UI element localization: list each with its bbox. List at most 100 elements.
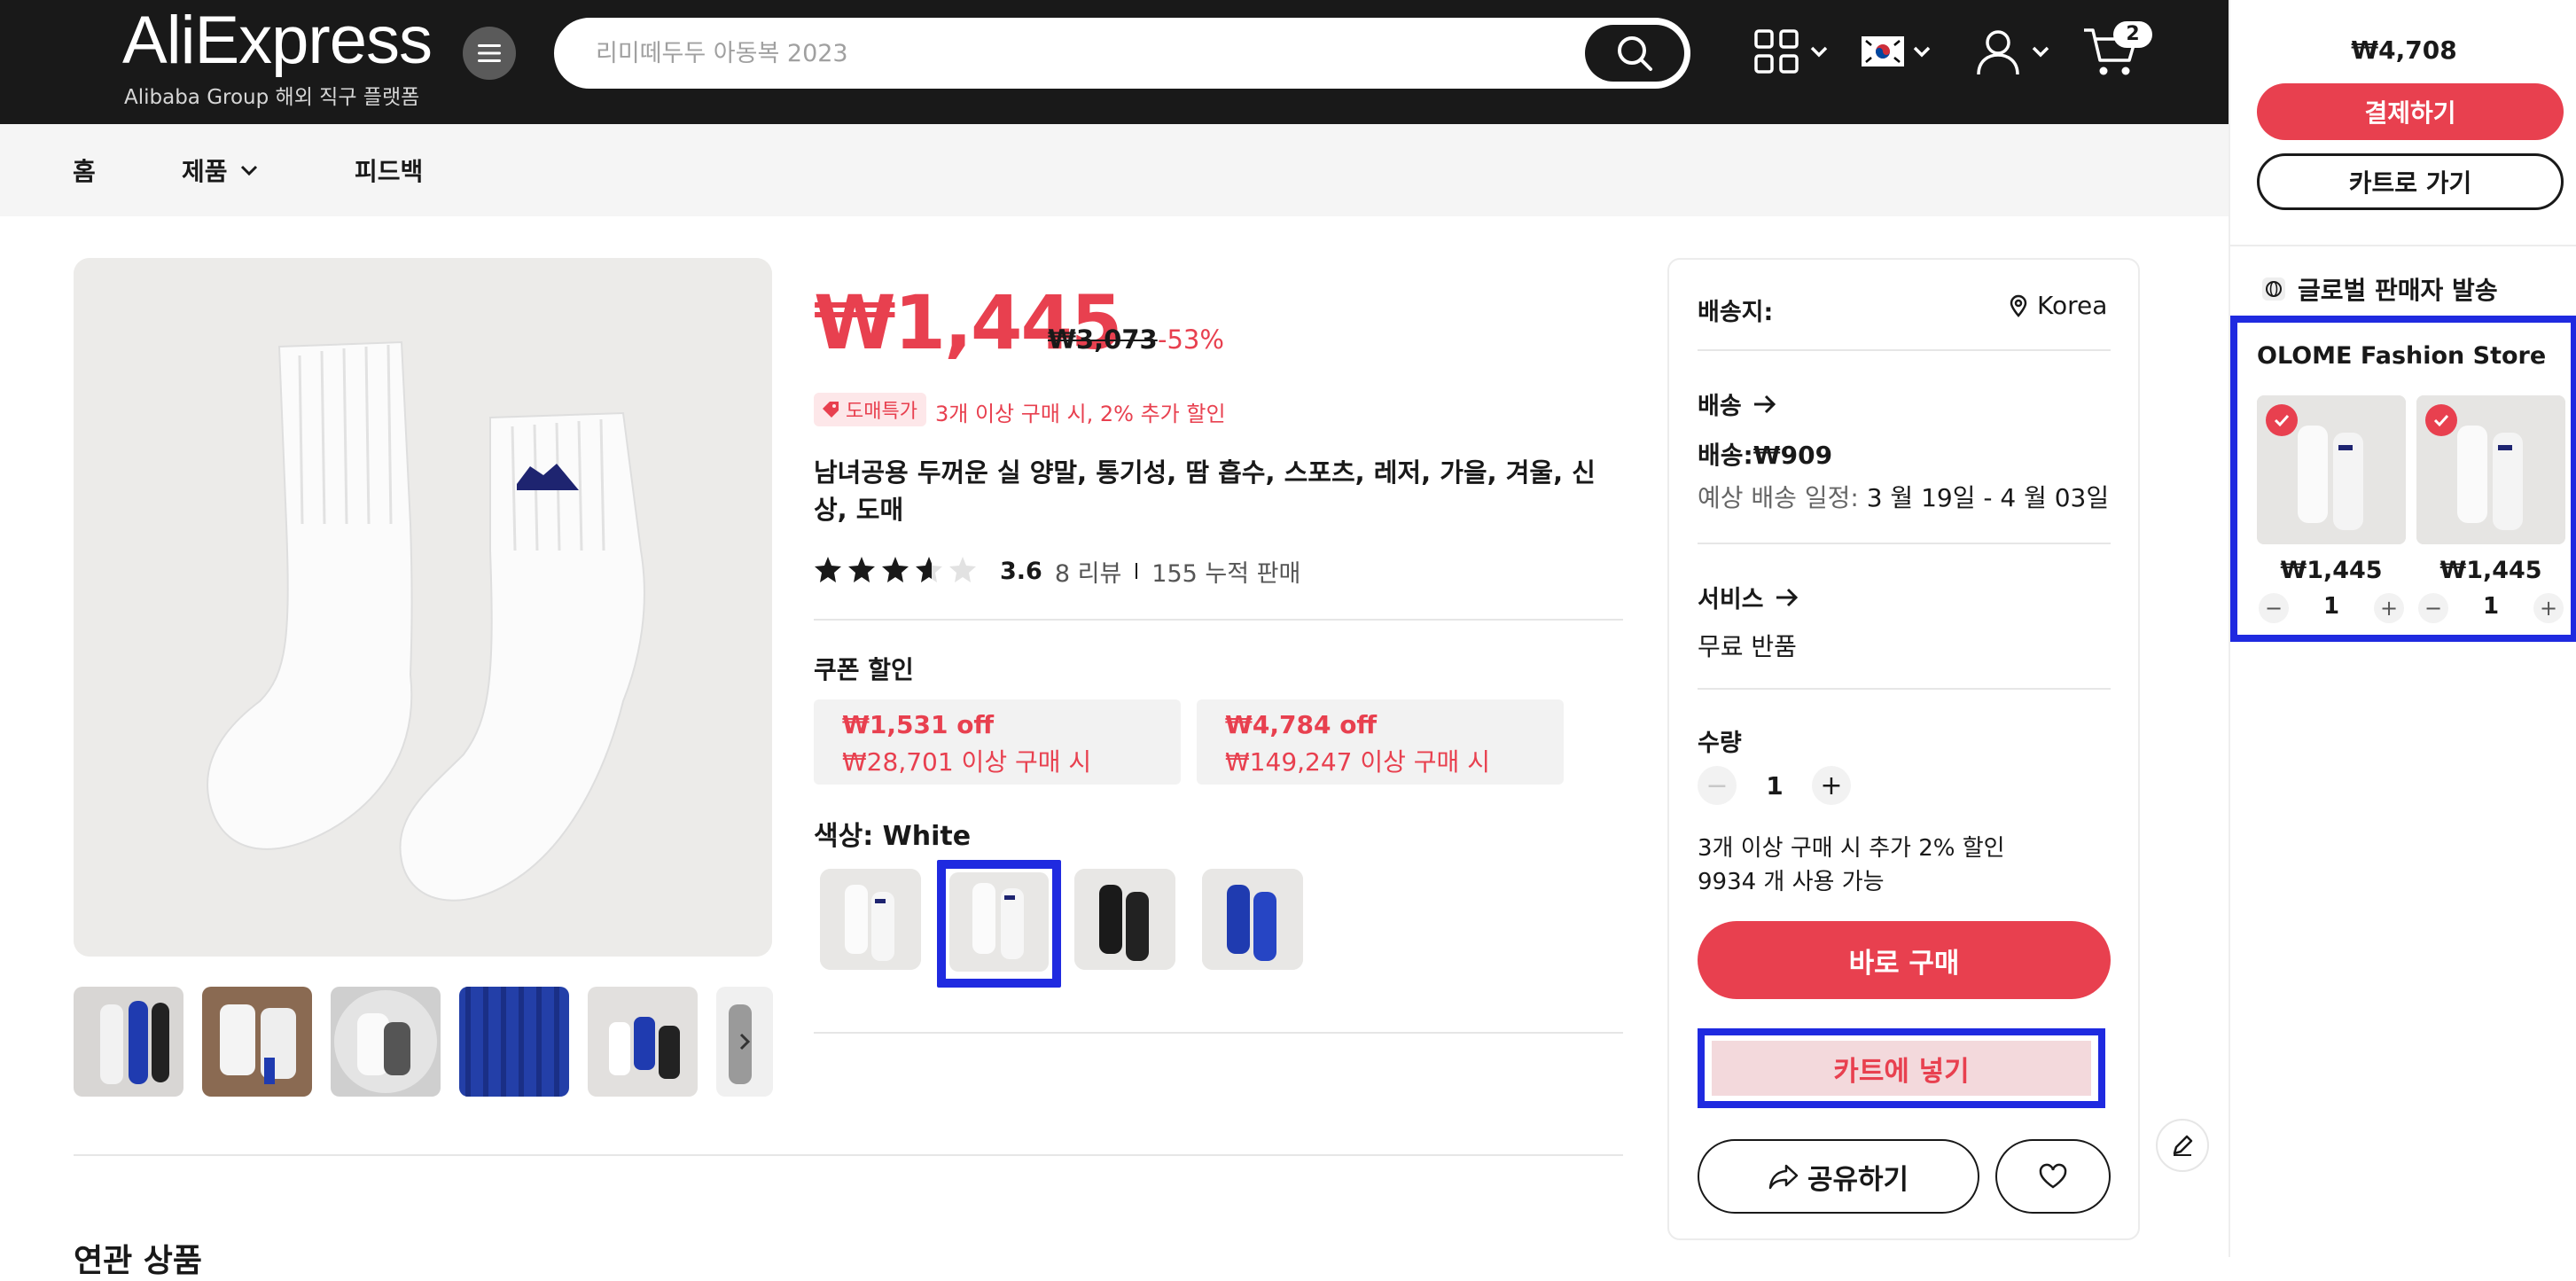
shipping-label: 배송 <box>1698 393 1742 420</box>
checkmark-icon <box>2274 414 2290 427</box>
cart-item-price: ₩1,445 <box>2280 557 2383 584</box>
coupon-card-2[interactable]: ₩4,784 off ₩149,247 이상 구매 시 <box>1197 699 1564 785</box>
socks-swatch-image <box>1202 869 1303 970</box>
quantity-value[interactable]: 1 <box>1755 771 1794 801</box>
buy-now-button[interactable]: 바로 구매 <box>1698 921 2111 999</box>
go-to-cart-button[interactable]: 카트로 가기 <box>2257 153 2564 210</box>
rating-score: 3.6 <box>1000 557 1042 585</box>
cart-item-1: ₩1,445 − 1 + <box>2257 395 2406 627</box>
product-main-image[interactable] <box>74 258 772 957</box>
service-label: 서비스 <box>1698 586 1764 613</box>
menu-button[interactable] <box>463 27 516 80</box>
cart-item-image[interactable] <box>2257 395 2406 544</box>
cart-item-decrease-button[interactable]: − <box>2418 593 2448 623</box>
color-selected-label: 색상: White <box>814 821 972 852</box>
coupon-amount: ₩4,784 off <box>1225 710 1378 739</box>
stock-available: 9934 개 사용 가능 <box>1698 869 1885 895</box>
rating-summary: 3.6 8 리뷰 155 누적 판매 <box>814 553 1300 589</box>
thumbnail-5[interactable] <box>588 987 698 1097</box>
account-menu[interactable] <box>1973 23 2053 80</box>
cart-item-2: ₩1,445 − 1 + <box>2416 395 2565 627</box>
product-title: 남녀공용 두꺼운 실 양말, 통기성, 땀 흡수, 스포츠, 레저, 가을, 겨… <box>814 457 1596 525</box>
store-group-highlight: OLOME Fashion Store ₩1,445 − 1 + ₩1,445 … <box>2230 316 2576 642</box>
item-selected-checkbox[interactable] <box>2266 404 2298 436</box>
tag-icon <box>823 402 839 418</box>
shipping-link[interactable]: 배송 <box>1698 387 1777 421</box>
thumbnail-3[interactable] <box>331 987 441 1097</box>
sold-count: 155 누적 판매 <box>1151 559 1301 588</box>
chevron-down-icon <box>2032 46 2049 58</box>
service-link[interactable]: 서비스 <box>1698 580 1799 614</box>
ship-to-label: 배송지: <box>1698 299 1774 326</box>
color-swatch-white[interactable] <box>937 860 1061 988</box>
globe-icon <box>2262 277 2285 301</box>
delivery-estimate: 예상 배송 일정: 3 월 19일 - 4 월 03일 <box>1698 479 2109 514</box>
language-selector[interactable] <box>1862 23 1934 80</box>
cart-total: ₩4,708 <box>2351 35 2457 65</box>
thumbnail-4[interactable] <box>459 987 569 1097</box>
eta-value: 3 월 19일 - 4 월 03일 <box>1866 483 2110 512</box>
share-button[interactable]: 공유하기 <box>1698 1139 1979 1214</box>
ship-to-value: Korea <box>2037 291 2108 320</box>
divider <box>1698 543 2111 544</box>
top-header: AliExpress Alibaba Group 해외 직구 플랫폼 리미떼두두… <box>0 0 2229 124</box>
white-socks-photo <box>74 258 772 957</box>
cart-item-decrease-button[interactable]: − <box>2259 593 2289 623</box>
coupon-card-1[interactable]: ₩1,531 off ₩28,701 이상 구매 시 <box>814 699 1181 785</box>
chevron-right-icon[interactable] <box>734 1031 755 1052</box>
arrow-right-icon <box>1776 588 1798 606</box>
thumbnail-1[interactable] <box>74 987 183 1097</box>
cart-item-image[interactable] <box>2416 395 2565 544</box>
user-icon <box>1977 30 2019 75</box>
color-swatch-blue[interactable] <box>1202 869 1303 970</box>
coupon-condition: ₩28,701 이상 구매 시 <box>842 747 1092 777</box>
divider <box>814 619 1623 621</box>
cart-item-increase-button[interactable]: + <box>2374 593 2404 623</box>
quantity-increase-button[interactable]: + <box>1812 766 1851 805</box>
seller-type: 글로벌 판매자 발송 <box>2262 271 2498 307</box>
socks-thumbnail-image <box>331 987 441 1097</box>
edit-floating-button[interactable] <box>2156 1119 2209 1172</box>
hamburger-icon <box>478 44 501 62</box>
share-icon <box>1768 1164 1799 1190</box>
shipping-fee: 배송:₩909 <box>1698 441 1833 470</box>
logo[interactable]: AliExpress <box>122 2 433 79</box>
deal-description: 3개 이상 구매 시, 2% 추가 할인 <box>935 402 1226 426</box>
korea-flag-icon <box>1862 36 1904 66</box>
thumbnail-2[interactable] <box>202 987 312 1097</box>
app-qr-button[interactable] <box>1753 23 1831 80</box>
socks-thumbnail-image <box>588 987 698 1097</box>
cart-item-increase-button[interactable]: + <box>2533 593 2564 623</box>
nav-home[interactable]: 홈 <box>73 152 96 188</box>
search-icon <box>1618 36 1652 71</box>
arrow-right-icon <box>1753 394 1776 413</box>
deal-badge-label: 도매특가 <box>846 401 917 423</box>
add-to-cart-button[interactable]: 카트에 넣기 <box>1712 1041 2091 1096</box>
nav-products[interactable]: 제품 <box>182 152 260 188</box>
review-count[interactable]: 8 리뷰 <box>1055 554 1121 589</box>
color-swatch-black[interactable] <box>1074 869 1175 970</box>
search-input[interactable] <box>596 20 1482 86</box>
search-bar <box>554 18 1690 89</box>
nav-products-label: 제품 <box>182 157 228 186</box>
ship-to-selector[interactable]: Korea <box>2009 291 2107 320</box>
category-nav: 홈 제품 피드백 <box>0 124 2229 216</box>
thumbnail-6[interactable] <box>716 987 773 1097</box>
seller-type-label: 글로벌 판매자 발송 <box>2298 276 2498 305</box>
nav-feedback[interactable]: 피드백 <box>355 152 423 188</box>
location-pin-icon <box>2010 294 2027 317</box>
quantity-decrease-button[interactable]: − <box>1698 766 1737 805</box>
search-button[interactable] <box>1585 25 1684 82</box>
item-selected-checkbox[interactable] <box>2425 404 2457 436</box>
cart-item-quantity: − 1 + <box>2257 591 2406 627</box>
cart-item-quantity: − 1 + <box>2416 591 2565 627</box>
color-swatch-white-embroidered[interactable] <box>820 869 921 970</box>
discount-percent: -53% <box>1158 324 1224 355</box>
section-divider <box>74 1154 1623 1156</box>
store-name[interactable]: OLOME Fashion Store <box>2257 342 2546 370</box>
pencil-icon <box>2173 1135 2193 1156</box>
qr-code-icon <box>1754 29 1799 74</box>
socks-swatch-image <box>820 869 921 970</box>
checkout-button[interactable]: 결제하기 <box>2257 83 2564 140</box>
wishlist-button[interactable] <box>1995 1139 2111 1214</box>
